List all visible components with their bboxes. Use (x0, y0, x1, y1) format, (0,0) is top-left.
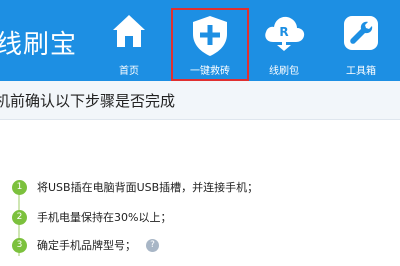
nav-flash-package-label: 线刷包 (269, 66, 299, 77)
cloud-download-icon: R (262, 12, 306, 56)
shield-plus-icon (190, 14, 230, 62)
confirmation-heading: 机前确认以下步骤是否完成 (0, 92, 176, 110)
help-icon[interactable]: ? (146, 238, 159, 252)
step-number-1: 1 (12, 179, 27, 195)
nav-one-click-rescue-label: 一键救砖 (190, 66, 230, 77)
top-header: 线刷宝 首页 一键救砖 R 线刷包 工具箱 (0, 0, 400, 81)
step-number-2: 2 (12, 209, 27, 225)
step-text-2: 手机电量保持在30%以上； (37, 211, 172, 224)
step-item-2: 2 手机电量保持在30%以上； (10, 208, 171, 226)
nav-home-label: 首页 (119, 66, 139, 77)
step-item-3: 3 确定手机品牌型号； ? (10, 236, 159, 254)
app-title: 线刷宝 (0, 30, 78, 60)
nav-home[interactable]: 首页 (100, 0, 158, 81)
step-number-3: 3 (12, 237, 27, 253)
nav-flash-package[interactable]: R 线刷包 (256, 0, 312, 81)
nav-toolbox-label: 工具箱 (346, 66, 376, 77)
svg-text:R: R (279, 25, 288, 39)
nav-one-click-rescue[interactable]: 一键救砖 (171, 8, 249, 81)
nav-toolbox[interactable]: 工具箱 (333, 0, 389, 81)
wrench-icon (342, 14, 380, 56)
home-icon (110, 12, 148, 54)
step-item-1: 1 将USB插在电脑背面USB插槽，并连接手机； (10, 178, 258, 196)
step-text-1: 将USB插在电脑背面USB插槽，并连接手机； (37, 181, 259, 194)
step-text-3: 确定手机品牌型号； (37, 239, 136, 252)
confirmation-bar: 机前确认以下步骤是否完成 (0, 81, 400, 120)
